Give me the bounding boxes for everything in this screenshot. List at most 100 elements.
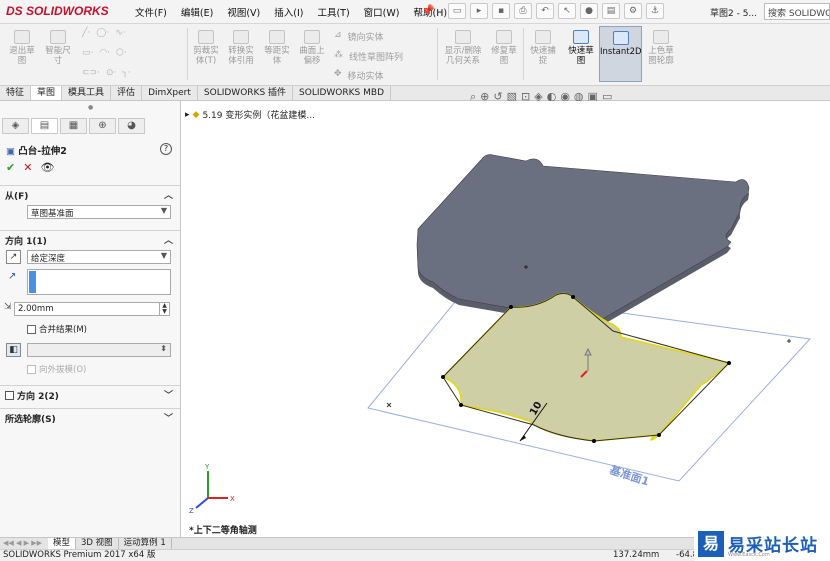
- tab-model[interactable]: 模型: [48, 538, 77, 549]
- tab-evaluate[interactable]: 评估: [111, 86, 143, 100]
- display-manager-icon[interactable]: ◕: [118, 118, 145, 134]
- select-icon[interactable]: ↖: [558, 3, 576, 19]
- options-icon[interactable]: ⚙: [624, 3, 642, 19]
- quick-snap-button[interactable]: 快速捕 捉: [526, 30, 560, 66]
- linear-pattern[interactable]: ⁂ 线性草图阵列: [334, 50, 403, 63]
- exit-sketch-button[interactable]: 退出草 图: [6, 30, 38, 66]
- depth-input[interactable]: 2.00mm ▲ ▼: [14, 302, 170, 316]
- extruded-plate: [416, 154, 750, 327]
- feature-tree-icon[interactable]: ◈: [2, 118, 29, 134]
- tab-mold-tools[interactable]: 模具工具: [62, 86, 112, 100]
- tab-dimxpert[interactable]: DimXpert: [142, 86, 198, 100]
- new-icon[interactable]: ▭: [448, 3, 466, 19]
- save-icon[interactable]: ▪: [492, 3, 510, 19]
- circle-icon[interactable]: ◯·: [96, 28, 109, 38]
- tab-sketch[interactable]: 草图: [31, 86, 63, 100]
- spline-icon[interactable]: ∿·: [115, 28, 125, 38]
- surface-offset-button[interactable]: 曲面上 偏移: [295, 30, 329, 66]
- svg-text:Y: Y: [204, 463, 210, 471]
- end-condition-dropdown[interactable]: 给定深度 ▼: [27, 250, 171, 264]
- undo-icon[interactable]: ↶: [536, 3, 554, 19]
- command-tabs: 特征 草图 模具工具 评估 DimXpert SOLIDWORKS 插件 SOL…: [0, 86, 830, 101]
- tab-addins[interactable]: SOLIDWORKS 插件: [198, 86, 294, 100]
- line-icon[interactable]: ╱·: [82, 28, 90, 38]
- direction1-section-header[interactable]: 方向 1(1) ︿: [0, 230, 180, 247]
- slot-icon[interactable]: ⊂⊃·: [82, 68, 100, 78]
- offset-entities-button[interactable]: 等距实 体: [261, 30, 293, 66]
- instant2d-icon: [612, 31, 629, 45]
- rapid-sketch-button[interactable]: 快速草 图: [564, 30, 598, 66]
- ok-icon[interactable]: ✔: [6, 161, 15, 174]
- tab-features[interactable]: 特征: [0, 86, 32, 100]
- arc-icon[interactable]: ◠·: [99, 48, 110, 58]
- merge-result-checkbox[interactable]: 合并结果(M): [27, 323, 87, 335]
- instant2d-button[interactable]: Instant2D: [599, 26, 642, 82]
- file-properties-icon[interactable]: ▤: [602, 3, 620, 19]
- display-relations-button[interactable]: 显示/删除 几何关系: [440, 30, 486, 66]
- graphics-area[interactable]: ▸ ◆ 5.19 变形实例（花盆建模... 基准面1 10 Y X Z *上下二…: [181, 101, 830, 537]
- repair-sketch-button[interactable]: 修复草 图: [488, 30, 520, 66]
- shade-sketch-icon: [653, 30, 669, 44]
- draft-angle-input[interactable]: ⬍: [27, 343, 171, 357]
- sketch-profile: 10: [441, 292, 731, 443]
- tab-motion-study[interactable]: 运动算例 1: [119, 538, 172, 549]
- selected-contours-header[interactable]: 所选轮廓(S) ﹀: [0, 408, 180, 425]
- tab-mbd[interactable]: SOLIDWORKS MBD: [293, 86, 391, 100]
- smart-dimension-button[interactable]: 智能尺 寸: [40, 30, 76, 66]
- menu-insert[interactable]: 插入(I): [267, 5, 310, 19]
- anchor-icon[interactable]: ⚓: [646, 3, 664, 19]
- command-manager: 退出草 图 智能尺 寸 ╱· ◯· ∿· ▭· ◠· ⬡· ⊂⊃· ⊙· ╮· 剪裁实 体(…: [0, 24, 830, 86]
- dimxpert-icon[interactable]: ⊕: [89, 118, 116, 134]
- rebuild-icon[interactable]: ●: [580, 3, 598, 19]
- quick-access-toolbar: ▭ ▸ ▪ ⎙ ↶ ↖ ● ▤ ⚙ ⚓: [448, 3, 664, 19]
- solidworks-logo[interactable]: DS SOLIDWORKS: [6, 4, 109, 18]
- configuration-icon[interactable]: ▦: [60, 118, 87, 134]
- trim-icon: [198, 30, 214, 44]
- mirror-entities[interactable]: ⊿ 镜向实体: [334, 30, 384, 43]
- reverse-direction-icon[interactable]: ↗: [6, 250, 21, 264]
- plane-label: 基准面1: [607, 462, 651, 488]
- splitter-handle[interactable]: ●: [88, 104, 93, 111]
- preview-eye-icon[interactable]: 👁: [40, 161, 54, 174]
- open-icon[interactable]: ▸: [470, 3, 488, 19]
- search-input[interactable]: 搜索 SOLIDWORKS: [764, 3, 830, 20]
- property-manager-icon[interactable]: ▤: [31, 118, 58, 134]
- snap-icon: [535, 30, 551, 44]
- tab-navigation-arrows[interactable]: ◀◀ ◀ ▶ ▶▶: [0, 538, 48, 549]
- cancel-icon[interactable]: ✕: [23, 161, 32, 174]
- menu-window[interactable]: 窗口(W): [357, 5, 407, 19]
- move-icon: ✥: [334, 69, 342, 79]
- move-entities[interactable]: ✥ 移动实体: [334, 69, 384, 82]
- depth-icon: ⇲: [4, 302, 12, 312]
- rectangle-icon[interactable]: ▭·: [82, 48, 93, 58]
- from-section-header[interactable]: 从(F) ︿: [0, 185, 180, 202]
- watermark-logo-icon: 易: [698, 530, 724, 557]
- point-icon[interactable]: ⊙·: [106, 68, 116, 78]
- draft-outward-checkbox[interactable]: 向外拔模(O): [27, 363, 86, 375]
- title-bar: DS SOLIDWORKS 文件(F) 编辑(E) 视图(V) 插入(I) 工具…: [0, 0, 830, 24]
- menu-edit[interactable]: 编辑(E): [174, 5, 220, 19]
- polygon-icon[interactable]: ⬡·: [116, 48, 127, 58]
- fillet-icon[interactable]: ╮·: [122, 68, 130, 78]
- coordinate-triad: Y X Z: [189, 463, 235, 515]
- trim-button[interactable]: 剪裁实 体(T): [190, 30, 222, 66]
- depth-spinner[interactable]: ▲ ▼: [159, 303, 169, 315]
- menu-tools[interactable]: 工具(T): [310, 5, 356, 19]
- menu-view[interactable]: 视图(V): [220, 5, 267, 19]
- help-icon[interactable]: ?: [160, 143, 172, 155]
- pattern-icon: ⁂: [334, 50, 343, 60]
- direction2-checkbox[interactable]: [5, 391, 14, 400]
- menu-file[interactable]: 文件(F): [128, 5, 174, 19]
- repair-icon: [496, 30, 512, 44]
- tab-3d-view[interactable]: 3D 视图: [76, 538, 119, 549]
- convert-entities-button[interactable]: 转换实 体引用: [224, 30, 258, 66]
- print-icon[interactable]: ⎙: [514, 3, 532, 19]
- draft-icon[interactable]: ◧: [6, 343, 21, 357]
- pin-icon[interactable]: 📌: [421, 4, 435, 17]
- direction-entity-box[interactable]: [27, 269, 171, 295]
- shade-sketch-button[interactable]: 上色草 图轮廓: [644, 30, 678, 66]
- exit-sketch-icon: [14, 30, 30, 44]
- menu-bar: 文件(F) 编辑(E) 视图(V) 插入(I) 工具(T) 窗口(W) 帮助(H…: [128, 5, 454, 19]
- from-dropdown[interactable]: 草图基准面 ▼: [27, 205, 171, 219]
- direction2-section-header[interactable]: 方向 2(2) ﹀: [0, 385, 180, 402]
